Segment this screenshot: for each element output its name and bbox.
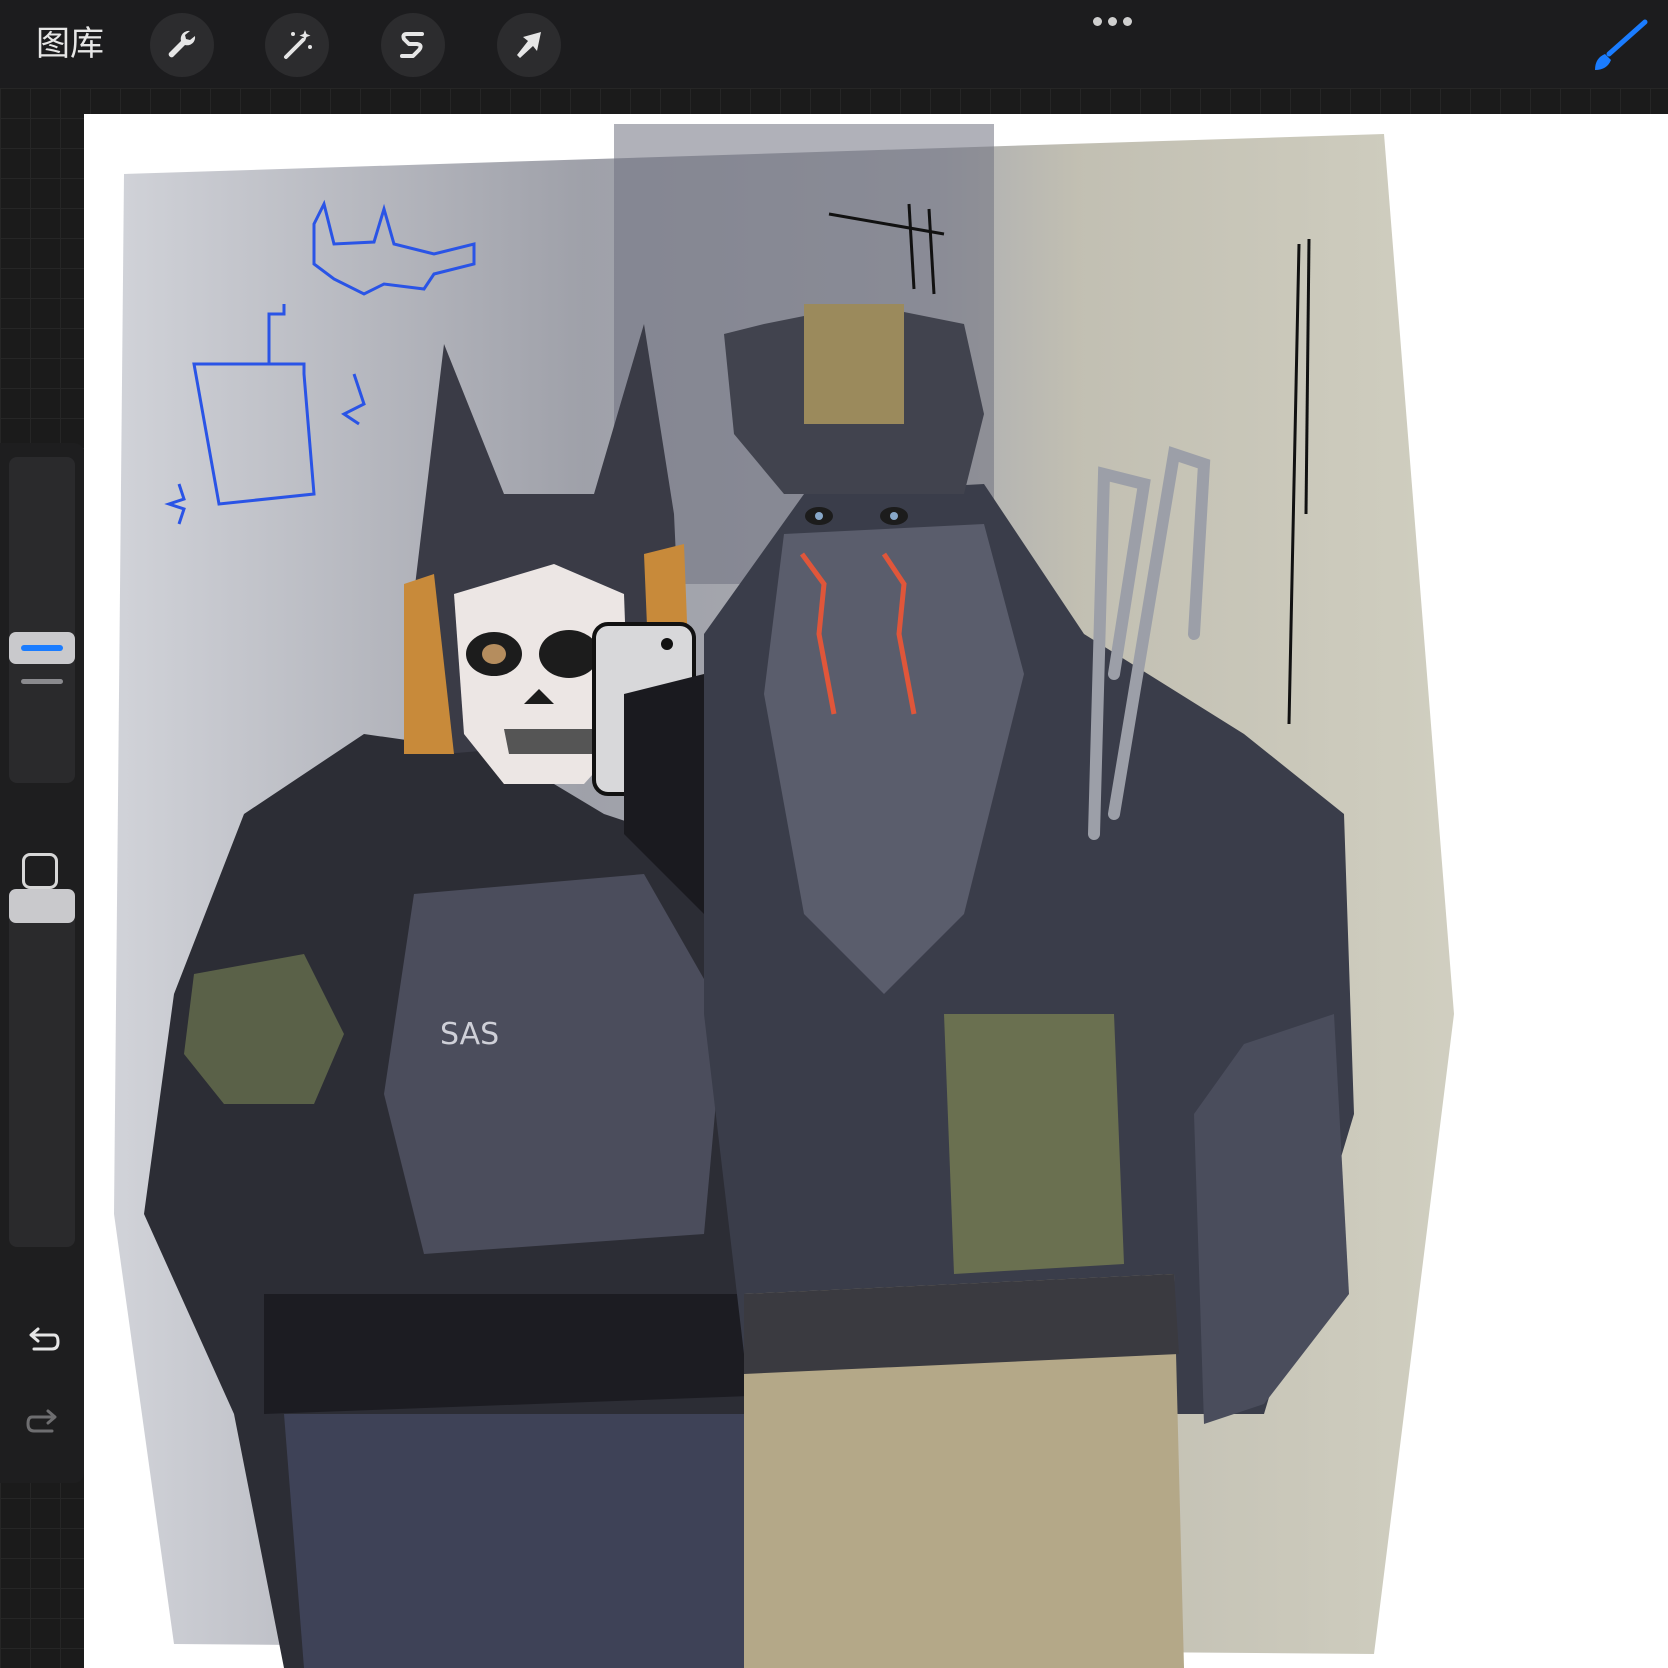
brush-button[interactable] xyxy=(1585,18,1651,74)
magic-wand-icon xyxy=(284,30,312,59)
canvas-document[interactable]: SAS xyxy=(84,114,1668,1668)
arrow-cursor-icon xyxy=(517,32,541,58)
nvg-mount xyxy=(804,304,904,424)
undo-button[interactable] xyxy=(24,1323,62,1361)
opacity-slider[interactable] xyxy=(9,889,75,1247)
size-indicator xyxy=(21,645,63,651)
gallery-button[interactable]: 图库 xyxy=(36,22,104,66)
vest-text: SAS xyxy=(440,1017,499,1052)
right-figure-pouch xyxy=(944,1014,1124,1274)
modify-button[interactable] xyxy=(22,853,58,889)
wrench-icon xyxy=(168,30,196,58)
brush-size-thumb[interactable] xyxy=(9,632,75,664)
left-figure-pants xyxy=(284,1414,794,1668)
size-secondary-indicator xyxy=(21,679,63,684)
selection-s-icon xyxy=(400,32,424,58)
undo-arrow-icon xyxy=(29,1327,60,1351)
ellipsis-dot xyxy=(1107,16,1117,26)
artwork-illustration: SAS xyxy=(114,124,1454,1668)
adjustments-button[interactable] xyxy=(265,13,329,77)
ellipsis-dot xyxy=(1122,16,1132,26)
more-options-button[interactable] xyxy=(1087,10,1137,32)
transform-button[interactable] xyxy=(497,13,561,77)
ellipsis-dot xyxy=(1092,16,1102,26)
paintbrush-icon xyxy=(1595,19,1648,70)
opacity-thumb[interactable] xyxy=(9,889,75,923)
procreate-app: SAS 图库 xyxy=(0,0,1668,1668)
selection-button[interactable] xyxy=(381,13,445,77)
brush-size-slider[interactable] xyxy=(9,457,75,783)
actions-button[interactable] xyxy=(150,13,214,77)
redo-arrow-icon xyxy=(26,1409,57,1433)
left-sidebar xyxy=(0,443,84,1483)
top-toolbar: 图库 xyxy=(0,0,1668,88)
redo-button[interactable] xyxy=(24,1405,62,1443)
left-figure-vest xyxy=(384,874,724,1254)
left-figure-belt xyxy=(264,1294,804,1414)
